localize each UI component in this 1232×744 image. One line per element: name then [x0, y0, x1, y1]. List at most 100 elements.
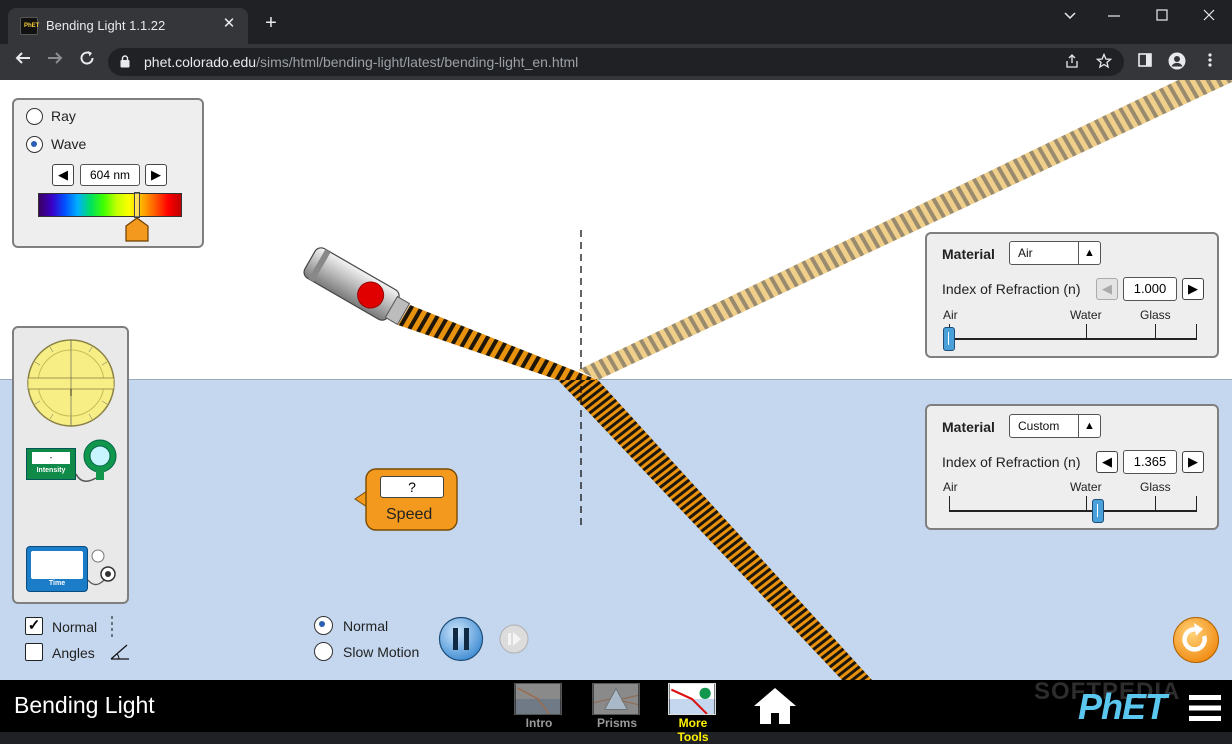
- top-ior-increase-button[interactable]: ▶: [1182, 278, 1204, 300]
- top-material-value: Air: [1018, 246, 1033, 260]
- intensity-sensor-icon[interactable]: [74, 436, 118, 488]
- intensity-meter[interactable]: - Intensity: [26, 448, 76, 480]
- incident-beam: [398, 305, 598, 380]
- profile-icon[interactable]: [1167, 52, 1187, 72]
- bottom-material-value: Custom: [1018, 419, 1060, 433]
- normal-speed-radio[interactable]: [314, 616, 333, 635]
- url-path: /sims/html/bending-light/latest/bending-…: [256, 54, 579, 70]
- screen-button-prisms[interactable]: Prisms: [586, 683, 648, 731]
- time-meter[interactable]: Time: [26, 546, 88, 592]
- normal-speed-label: Normal: [343, 618, 389, 634]
- tab-search-icon[interactable]: [1058, 8, 1082, 28]
- sim-title: Bending Light: [14, 692, 155, 718]
- bottom-material-dropdown-icon[interactable]: ▲: [1078, 415, 1100, 437]
- toolbox-panel: - Intensity Time: [12, 326, 129, 604]
- home-icon[interactable]: [752, 686, 798, 726]
- url-text: phet.colorado.edu/sims/html/bending-ligh…: [144, 54, 578, 70]
- wavelength-value: 604 nm: [80, 164, 140, 186]
- wavelength-marker: [134, 192, 141, 218]
- time-meter-screen: [31, 551, 83, 579]
- top-ior-value: 1.000: [1123, 277, 1177, 301]
- wavelength-increase-button[interactable]: ▶: [145, 164, 167, 186]
- normal-line-icon: [111, 616, 113, 638]
- top-slider-label-air: Air: [943, 308, 958, 322]
- share-icon[interactable]: [1063, 53, 1081, 71]
- laser-flashlight[interactable]: [302, 245, 413, 328]
- angles-checkbox-label: Angles: [52, 645, 95, 661]
- address-bar[interactable]: phet.colorado.edu/sims/html/bending-ligh…: [108, 48, 1124, 76]
- wave-radio[interactable]: [26, 136, 43, 153]
- pause-button[interactable]: [438, 616, 484, 662]
- top-tick: [1155, 324, 1156, 338]
- wave-label: Wave: [51, 136, 87, 152]
- browser-tab[interactable]: PhET Bending Light 1.1.22 ✕: [8, 8, 248, 44]
- bottom-ior-increase-button[interactable]: ▶: [1182, 451, 1204, 473]
- bottom-ior-decrease-button[interactable]: ◀: [1096, 451, 1118, 473]
- top-ior-slider-track[interactable]: [949, 338, 1197, 340]
- hamburger-menu-icon[interactable]: [1188, 694, 1222, 722]
- time-probe-icon[interactable]: [86, 546, 124, 592]
- normal-checkbox-label: Normal: [52, 619, 98, 635]
- reload-icon[interactable]: [74, 49, 100, 75]
- minimize-icon[interactable]: [1102, 8, 1126, 28]
- speed-value: ?: [380, 476, 444, 498]
- forward-icon[interactable]: [42, 49, 68, 75]
- intensity-label: Intensity: [36, 467, 66, 474]
- normal-checkbox[interactable]: ✓: [25, 617, 43, 635]
- close-icon[interactable]: [1197, 8, 1221, 28]
- wavelength-spectrum-slider[interactable]: [38, 193, 182, 217]
- more-tools-screen-icon: [668, 683, 716, 715]
- step-forward-button[interactable]: [499, 624, 529, 654]
- prisms-screen-label: Prisms: [596, 716, 638, 730]
- wavelength-slider-thumb[interactable]: [124, 217, 150, 243]
- ray-label: Ray: [51, 108, 76, 124]
- bottom-ior-label: Index of Refraction (n): [942, 454, 1081, 470]
- phet-favicon-icon: PhET: [20, 17, 39, 35]
- star-icon[interactable]: [1095, 52, 1113, 71]
- prisms-screen-icon: [592, 683, 640, 715]
- back-icon[interactable]: [10, 49, 36, 75]
- intensity-value: -: [32, 452, 70, 464]
- ray-radio[interactable]: [26, 108, 43, 125]
- new-tab-button[interactable]: +: [260, 12, 282, 34]
- tab-close-icon[interactable]: ✕: [220, 15, 238, 33]
- sidebar-icon[interactable]: [1135, 52, 1155, 72]
- reset-all-button[interactable]: [1172, 616, 1220, 664]
- bottom-material-label: Material: [942, 419, 995, 435]
- more-tools-screen-label: More Tools: [677, 716, 709, 744]
- bottom-tick: [1155, 496, 1156, 510]
- bottom-ior-slider-thumb[interactable]: [1091, 499, 1104, 523]
- bottom-slider-label-water: Water: [1070, 480, 1102, 494]
- screen-button-more-tools[interactable]: More Tools: [662, 683, 724, 744]
- refracted-beam: [558, 380, 872, 680]
- bottom-tick: [949, 496, 950, 510]
- screen-button-intro[interactable]: Intro: [508, 683, 570, 731]
- intro-screen-label: Intro: [525, 716, 553, 730]
- maximize-icon[interactable]: [1150, 8, 1174, 28]
- angles-checkbox[interactable]: [25, 643, 43, 661]
- top-ior-decrease-button[interactable]: ◀: [1096, 278, 1118, 300]
- top-material-label: Material: [942, 246, 995, 262]
- time-label: Time: [48, 580, 66, 587]
- top-slider-label-glass: Glass: [1140, 308, 1171, 322]
- bottom-tick: [1086, 496, 1087, 510]
- top-material-combobox[interactable]: Air ▲: [1009, 241, 1101, 265]
- protractor-icon[interactable]: [26, 338, 116, 428]
- top-material-dropdown-icon[interactable]: ▲: [1078, 242, 1100, 264]
- top-ior-slider-thumb[interactable]: [943, 327, 955, 351]
- intro-screen-icon: [514, 683, 562, 715]
- slow-motion-label: Slow Motion: [343, 644, 420, 660]
- light-panel: Ray Wave ◀ 604 nm ▶: [12, 98, 204, 248]
- wavelength-decrease-button[interactable]: ◀: [52, 164, 74, 186]
- url-host: phet.colorado.edu: [144, 54, 257, 70]
- menu-kebab-icon[interactable]: [1200, 52, 1220, 72]
- bottom-ior-slider-track[interactable]: [949, 510, 1197, 512]
- top-ior-label: Index of Refraction (n): [942, 281, 1081, 297]
- top-medium-panel: Material Air ▲ Index of Refraction (n) ◀…: [925, 232, 1219, 358]
- tab-title: Bending Light 1.1.22: [46, 18, 166, 33]
- speed-label: Speed: [386, 506, 433, 523]
- top-tick: [1196, 324, 1197, 338]
- bottom-material-combobox[interactable]: Custom ▲: [1009, 414, 1101, 438]
- slow-motion-radio[interactable]: [314, 642, 333, 661]
- phet-logo[interactable]: PhET: [1078, 686, 1167, 728]
